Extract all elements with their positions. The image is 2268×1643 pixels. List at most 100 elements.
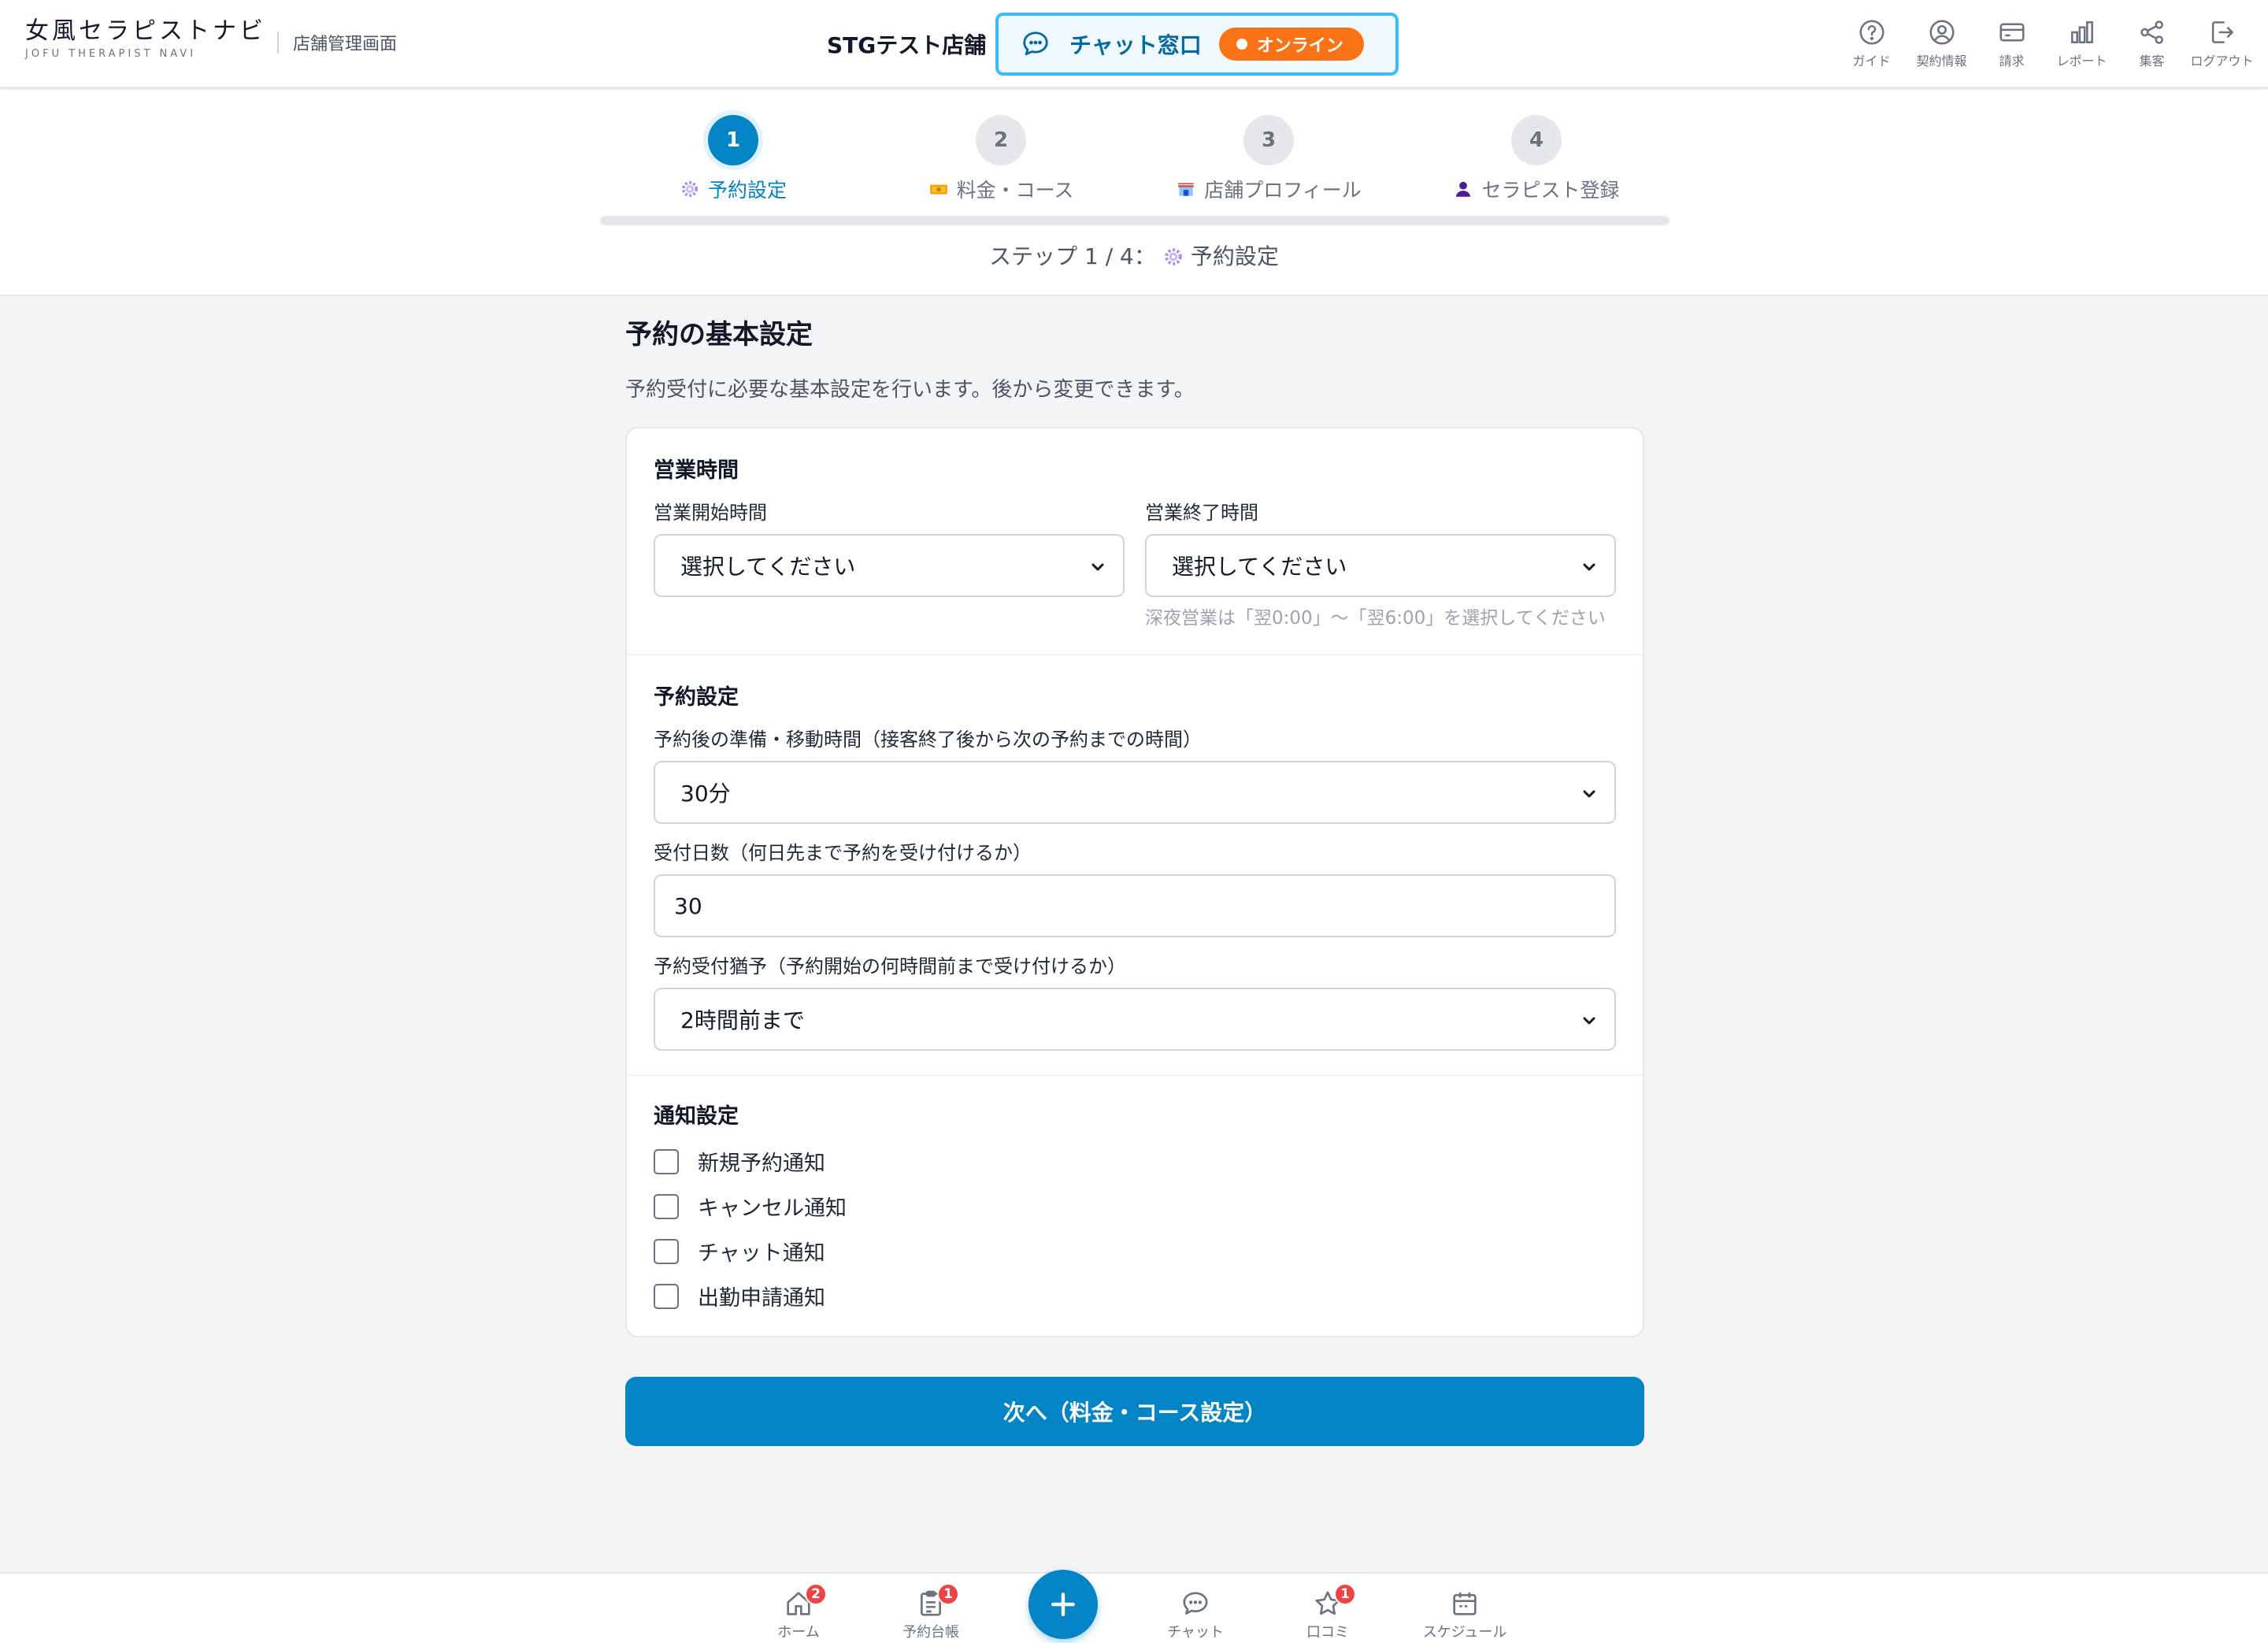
booking-grace-label: 予約受付猶予（予約開始の何時間前まで受け付けるか） bbox=[654, 955, 1126, 977]
bottom-nav-schedule-label: スケジュール bbox=[1422, 1624, 1507, 1641]
booking-grace-select[interactable]: 2時間前まで bbox=[654, 988, 1616, 1051]
step-caption: ステップ 1 / 4： 予約設定 bbox=[0, 239, 2268, 271]
user-circle-icon bbox=[1929, 20, 1955, 45]
bottom-nav: ホーム 2 予約台帳 1 チャット 口コミ 1 スケジュール bbox=[0, 1572, 2268, 1643]
calendar-icon bbox=[1453, 1592, 1477, 1615]
chat-window-button[interactable]: チャット窓口 オンライン bbox=[995, 13, 1399, 76]
admin-label: 店舗管理画面 bbox=[293, 35, 398, 54]
step-2-circle: 2 bbox=[976, 115, 1026, 165]
step-2-label: 料金・コース bbox=[956, 179, 1074, 202]
chat-bubble-icon bbox=[1023, 32, 1048, 56]
bottom-nav-home[interactable]: ホーム 2 bbox=[751, 1583, 846, 1641]
step-1-label: 予約設定 bbox=[707, 179, 787, 202]
end-time-field: 営業終了時間 選択してください 深夜営業は「翌0:00」〜「翌6:00」を選択し… bbox=[1145, 499, 1616, 630]
step-3-label: 店舗プロフィール bbox=[1204, 179, 1362, 202]
nav-marketing[interactable]: 集客 bbox=[2117, 17, 2187, 69]
chevron-down-icon bbox=[1583, 563, 1595, 571]
notify-cancel[interactable]: キャンセル通知 bbox=[654, 1184, 1616, 1229]
step-3-circle: 3 bbox=[1243, 115, 1294, 165]
business-hours-title: 営業時間 bbox=[654, 458, 739, 483]
step-4-circle: 4 bbox=[1511, 115, 1562, 165]
credit-card-icon bbox=[1999, 23, 2025, 42]
start-time-select[interactable]: 選択してください bbox=[654, 534, 1125, 597]
nav-report-label: レポート bbox=[2056, 54, 2107, 69]
online-dot bbox=[1236, 39, 1247, 50]
nav-report[interactable]: レポート bbox=[2047, 17, 2117, 69]
chat-window-label: チャット窓口 bbox=[1069, 32, 1202, 58]
top-header: 女風セラピストナビ JOFU THERAPIST NAVI 店舗管理画面 STG… bbox=[0, 0, 2268, 88]
chevron-down-icon bbox=[1583, 1017, 1595, 1025]
step-3[interactable]: 3 店舗プロフィール bbox=[1135, 115, 1403, 203]
page-title: 予約の基本設定 bbox=[625, 319, 813, 350]
step-3-label-wrap: 店舗プロフィール bbox=[1176, 175, 1362, 203]
bottom-nav-bookings[interactable]: 予約台帳 1 bbox=[884, 1583, 978, 1641]
notification-section: 通知設定 新規予約通知 キャンセル通知 チャット通知 出勤申請通知 bbox=[627, 1076, 1643, 1336]
step-1-label-wrap: 予約設定 bbox=[680, 175, 787, 203]
chevron-down-icon bbox=[1583, 790, 1595, 798]
gear-icon bbox=[1165, 248, 1182, 265]
booking-days-field: 受付日数（何日先まで予約を受け付けるか） 30 bbox=[654, 840, 1616, 937]
header-nav: ガイド 契約情報 請求 レポート 集客 ログアウト bbox=[1836, 17, 2257, 69]
step-progress-track bbox=[600, 216, 1670, 225]
end-time-select[interactable]: 選択してください bbox=[1145, 534, 1616, 597]
nav-contract-label: 契約情報 bbox=[1916, 54, 1967, 69]
store-icon bbox=[1178, 183, 1194, 196]
booking-grace-value: 2時間前まで bbox=[680, 1007, 805, 1033]
step-2[interactable]: 2 料金・コース bbox=[867, 115, 1135, 203]
chat-icon bbox=[1183, 1592, 1208, 1615]
online-status-text: オンライン bbox=[1256, 36, 1343, 56]
start-time-label: 営業開始時間 bbox=[654, 502, 767, 524]
start-time-field: 営業開始時間 選択してください bbox=[654, 499, 1125, 630]
person-icon bbox=[1456, 181, 1471, 197]
bottom-nav-reviews-label: 口コミ bbox=[1306, 1624, 1349, 1641]
nav-contract[interactable]: 契約情報 bbox=[1907, 17, 1977, 69]
nav-billing[interactable]: 請求 bbox=[1977, 17, 2047, 69]
reservation-title: 予約設定 bbox=[654, 685, 739, 710]
notify-new-booking-label: 新規予約通知 bbox=[698, 1152, 825, 1176]
page-description: 予約受付に必要な基本設定を行います。後から変更できます。 bbox=[625, 378, 1195, 402]
step-1[interactable]: 1 予約設定 bbox=[599, 115, 867, 203]
notify-chat-label: チャット通知 bbox=[698, 1241, 825, 1266]
notify-chat[interactable]: チャット通知 bbox=[654, 1229, 1616, 1274]
settings-card: 営業時間 営業開始時間 選択してください 営業終了時間 選択してください 深夜営… bbox=[625, 427, 1644, 1337]
notify-cancel-checkbox[interactable] bbox=[654, 1193, 679, 1219]
stepper: 1 予約設定 2 料金・コース 3 店舗プロフィール 4 セラピスト登録 ステッ… bbox=[0, 90, 2268, 296]
bottom-nav-home-label: ホーム bbox=[777, 1624, 820, 1641]
bottom-nav-reviews[interactable]: 口コミ 1 bbox=[1280, 1583, 1375, 1641]
notify-new-booking-checkbox[interactable] bbox=[654, 1148, 679, 1174]
money-icon bbox=[929, 184, 947, 195]
notify-new-booking[interactable]: 新規予約通知 bbox=[654, 1139, 1616, 1184]
reviews-badge: 1 bbox=[1334, 1583, 1356, 1605]
add-fab-button[interactable] bbox=[1028, 1570, 1098, 1639]
logo[interactable]: 女風セラピストナビ JOFU THERAPIST NAVI bbox=[25, 16, 266, 61]
prep-time-select[interactable]: 30分 bbox=[654, 761, 1616, 824]
next-button[interactable]: 次へ（料金・コース設定） bbox=[625, 1377, 1644, 1446]
booking-days-input[interactable]: 30 bbox=[654, 874, 1616, 937]
logo-main-text: 女風セラピストナビ bbox=[25, 17, 266, 45]
nav-marketing-label: 集客 bbox=[2139, 54, 2165, 69]
share-icon bbox=[2140, 20, 2163, 44]
step-4-label: セラピスト登録 bbox=[1481, 179, 1620, 202]
booking-days-value: 30 bbox=[674, 892, 702, 919]
bottom-nav-schedule[interactable]: スケジュール bbox=[1418, 1588, 1512, 1641]
nav-logout[interactable]: ログアウト bbox=[2187, 17, 2257, 69]
business-hours-section: 営業時間 営業開始時間 選択してください 営業終了時間 選択してください 深夜営… bbox=[627, 428, 1643, 655]
nav-logout-label: ログアウト bbox=[2190, 54, 2254, 69]
start-time-value: 選択してください bbox=[680, 554, 856, 580]
chevron-down-icon bbox=[1091, 563, 1104, 571]
gear-icon bbox=[681, 180, 699, 198]
notify-attendance[interactable]: 出勤申請通知 bbox=[654, 1274, 1616, 1318]
notify-attendance-checkbox[interactable] bbox=[654, 1283, 679, 1309]
main-content: 予約の基本設定 予約受付に必要な基本設定を行います。後から変更できます。 営業時… bbox=[625, 296, 1644, 1446]
bottom-nav-chat[interactable]: チャット bbox=[1148, 1588, 1243, 1641]
end-time-label: 営業終了時間 bbox=[1145, 502, 1258, 524]
booking-grace-field: 予約受付猶予（予約開始の何時間前まで受け付けるか） 2時間前まで bbox=[654, 953, 1616, 1051]
step-1-circle: 1 bbox=[708, 115, 758, 165]
logo-divider bbox=[277, 32, 279, 54]
bar-chart-icon bbox=[2070, 21, 2093, 43]
notify-chat-checkbox[interactable] bbox=[654, 1238, 679, 1264]
step-4[interactable]: 4 セラピスト登録 bbox=[1403, 115, 1670, 203]
prep-time-label: 予約後の準備・移動時間（接客終了後から次の予約までの時間） bbox=[654, 729, 1202, 751]
notify-cancel-label: キャンセル通知 bbox=[698, 1196, 847, 1221]
nav-guide[interactable]: ガイド bbox=[1836, 17, 1907, 69]
